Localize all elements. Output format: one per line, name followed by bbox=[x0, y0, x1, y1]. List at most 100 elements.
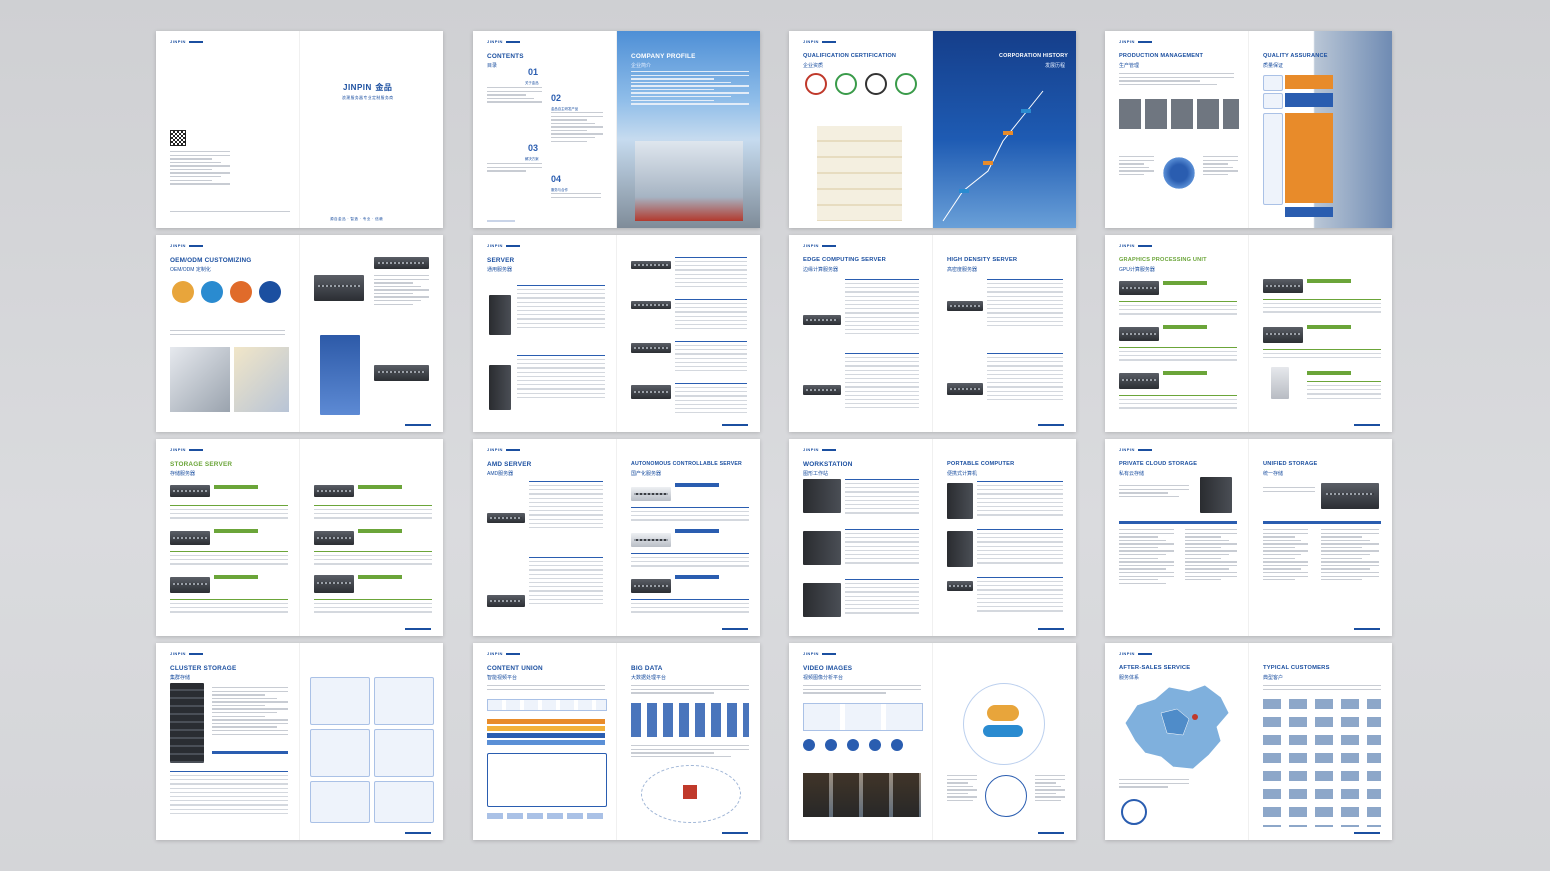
spread-contents[interactable]: JINPIN CONTENTS 目录 01 关于金品 02 金品自主研发产品 0… bbox=[473, 31, 760, 228]
feature-list bbox=[1035, 775, 1065, 804]
spread-gpu[interactable]: JINPIN GRAPHICS PROCESSING UNIT GPU计算服务器 bbox=[1105, 235, 1392, 432]
product-photos bbox=[170, 347, 230, 412]
china-map-icon bbox=[1124, 684, 1230, 770]
spec-table bbox=[1263, 349, 1381, 359]
brand-logo-small: JINPIN bbox=[487, 243, 520, 248]
brand-logo-small: JINPIN bbox=[1119, 243, 1152, 248]
edge-server-photo bbox=[803, 385, 841, 395]
page-subtitle: 大数据处理平台 bbox=[631, 675, 667, 681]
table-header bbox=[212, 751, 288, 754]
amd-server-photo bbox=[487, 513, 525, 523]
quality-bar-blue bbox=[1285, 93, 1333, 107]
spread-content-union[interactable]: JINPIN CONTENT UNION 智能视频平台 BIG DATA 大数据… bbox=[473, 643, 760, 840]
cloud-storage-photo bbox=[1200, 477, 1232, 513]
oem-step-circle bbox=[259, 281, 281, 303]
quality-bar-orange bbox=[1285, 75, 1333, 89]
service-text bbox=[1119, 779, 1189, 790]
spread-qualification[interactable]: JINPIN QUALIFICATION CERTIFICATION 企业资质 … bbox=[789, 31, 1076, 228]
spread-server[interactable]: JINPIN SERVER 通用服务器 bbox=[473, 235, 760, 432]
spec-rows bbox=[1185, 529, 1237, 583]
toc-number: 02 bbox=[551, 93, 562, 103]
page-footer bbox=[722, 832, 748, 834]
page-video-2 bbox=[933, 643, 1076, 840]
brand-logo-small: JINPIN bbox=[487, 39, 520, 44]
page-subtitle: 典型客户 bbox=[1263, 675, 1284, 681]
spread-amd[interactable]: JINPIN AMD SERVER AMD服务器 AUTONOMOUS CONT… bbox=[473, 439, 760, 636]
domestic-server-photo bbox=[631, 487, 671, 501]
page-subtitle: AMD服务器 bbox=[487, 471, 514, 477]
customer-logos bbox=[1263, 699, 1381, 827]
storage-server-photo bbox=[314, 485, 354, 497]
model-header bbox=[1307, 371, 1351, 375]
page-footer bbox=[487, 220, 515, 222]
page-storage: JINPIN STORAGE SERVER 存储服务器 bbox=[156, 439, 299, 636]
edge-server-photo bbox=[803, 315, 841, 325]
brand-logo-small: JINPIN bbox=[170, 243, 203, 248]
spread-workstation[interactable]: JINPIN WORKSTATION 图形工作站 PORTABLE COMPUT… bbox=[789, 439, 1076, 636]
spread-cover[interactable]: JINPIN JINPIN 金品 浪潮服务器专业定制服务商 源自金品 · 智造 … bbox=[156, 31, 443, 228]
dense-server-photo bbox=[947, 301, 983, 311]
gpu-server-photo bbox=[1119, 373, 1159, 389]
oem-text bbox=[170, 330, 285, 337]
kvm-console-photo bbox=[947, 581, 973, 591]
architecture-boxes bbox=[803, 703, 923, 731]
page-subtitle: 高密度服务器 bbox=[947, 267, 978, 273]
page-footer bbox=[1354, 424, 1380, 426]
server-photo bbox=[374, 365, 429, 381]
spec-table bbox=[517, 285, 605, 328]
model-header bbox=[1163, 281, 1207, 285]
rack-cabinet-photo bbox=[170, 683, 204, 763]
page-gpu-2 bbox=[1249, 235, 1392, 432]
feature-icon bbox=[847, 739, 859, 751]
cloud-node bbox=[987, 705, 1019, 721]
page-subtitle: 视频图像分析平台 bbox=[803, 675, 844, 681]
page-subtitle: 便携式计算机 bbox=[947, 471, 978, 477]
service-badge-icon bbox=[1121, 799, 1147, 825]
spread-cloud-storage[interactable]: JINPIN PRIVATE CLOUD STORAGE 私有云存储 UNIFI… bbox=[1105, 439, 1392, 636]
page-oem-cases bbox=[300, 235, 443, 432]
page-subtitle: 企业资质 bbox=[803, 63, 824, 69]
page-subtitle: 存储服务器 bbox=[170, 471, 196, 477]
storage-server-photo bbox=[314, 575, 354, 593]
page-title: QUALIFICATION CERTIFICATION bbox=[803, 53, 897, 59]
page-title: CLUSTER STORAGE bbox=[170, 665, 237, 672]
spread-production[interactable]: JINPIN PRODUCTION MANAGEMENT 生产管理 QUALIT… bbox=[1105, 31, 1392, 228]
page-company-profile: COMPANY PROFILE 企业简介 bbox=[617, 31, 760, 228]
toc-label: 服务与合作 bbox=[551, 188, 568, 192]
spec-table bbox=[1119, 395, 1237, 409]
intro-text bbox=[487, 685, 605, 692]
server-photo bbox=[320, 335, 360, 415]
page-title: CONTENTS bbox=[487, 53, 524, 60]
spec-table bbox=[845, 353, 919, 409]
page-subtitle: 目录 bbox=[487, 63, 498, 69]
spec-table bbox=[675, 341, 747, 372]
page-subtitle: 集群存储 bbox=[170, 675, 191, 681]
spec-rows bbox=[1119, 529, 1174, 586]
oem-step-circle bbox=[230, 281, 252, 303]
feature-box bbox=[310, 677, 370, 725]
page-cluster: JINPIN CLUSTER STORAGE 集群存储 bbox=[156, 643, 299, 840]
page-subtitle: 图形工作站 bbox=[803, 471, 829, 477]
storage-server-photo bbox=[170, 531, 210, 545]
quality-step bbox=[1263, 113, 1283, 205]
certificate-seal-icon bbox=[895, 73, 917, 95]
quality-bar-blue bbox=[1285, 207, 1333, 217]
spread-cluster[interactable]: JINPIN CLUSTER STORAGE 集群存储 bbox=[156, 643, 443, 840]
page-private-cloud: JINPIN PRIVATE CLOUD STORAGE 私有云存储 bbox=[1105, 439, 1248, 636]
qr-code-icon bbox=[170, 130, 186, 146]
spread-service[interactable]: JINPIN AFTER-SALES SERVICE 服务体系 TYPICAL … bbox=[1105, 643, 1392, 840]
spread-oem[interactable]: JINPIN OEM/ODM CUSTOMIZING OEM/ODM 定制化 bbox=[156, 235, 443, 432]
spread-storage[interactable]: JINPIN STORAGE SERVER 存储服务器 bbox=[156, 439, 443, 636]
cloud-node bbox=[983, 725, 1023, 737]
page-unified-storage: UNIFIED STORAGE 统一存储 bbox=[1249, 439, 1392, 636]
brand-logo-small: JINPIN bbox=[803, 243, 836, 248]
toc-lines bbox=[487, 87, 542, 105]
toc-label: 解决方案 bbox=[525, 157, 539, 161]
feature-icon bbox=[825, 739, 837, 751]
architecture-layer bbox=[487, 740, 605, 745]
spread-edge[interactable]: JINPIN EDGE COMPUTING SERVER 边缘计算服务器 HIG… bbox=[789, 235, 1076, 432]
brand-logo-small: JINPIN bbox=[803, 447, 836, 452]
spread-video[interactable]: JINPIN VIDEO IMAGES 视频图像分析平台 bbox=[789, 643, 1076, 840]
page-title: SERVER bbox=[487, 257, 515, 264]
feature-box bbox=[310, 781, 370, 823]
